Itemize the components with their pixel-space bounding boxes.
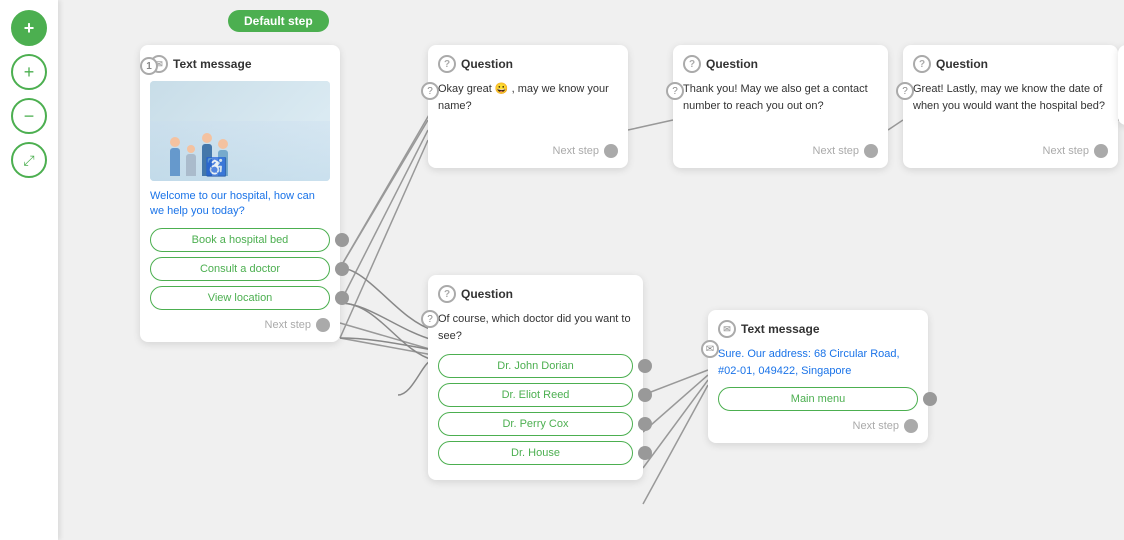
dr-eliot-label: Dr. Eliot Reed — [502, 389, 570, 401]
card-partial: ✉ Thank you to con — [1118, 45, 1124, 125]
question-icon-2: ? — [683, 55, 701, 73]
card-question4-header: ? Question — [438, 285, 633, 303]
card-question1-text: Okay great 😀 , may we know your name? — [438, 81, 618, 114]
zoom-out-button[interactable]: − — [11, 98, 47, 134]
card-question3-title: Question — [936, 57, 988, 71]
card-welcome-header: ✉ Text message — [150, 55, 330, 73]
question3-next-step-dot — [1094, 144, 1108, 158]
question3-next-step-row: Next step — [913, 144, 1108, 158]
card-question2-text: Thank you! May we also get a contact num… — [683, 81, 878, 114]
dr-eliot-connector — [638, 388, 652, 402]
card-address-header: ✉ Text message — [718, 320, 918, 338]
welcome-next-step-label: Next step — [265, 319, 311, 331]
dr-eliot-button[interactable]: Dr. Eliot Reed — [438, 383, 633, 407]
node-number-1: 1 — [140, 57, 158, 75]
book-bed-connector — [335, 233, 349, 247]
toolbar: + + − ⤢ — [0, 0, 58, 540]
book-bed-label: Book a hospital bed — [192, 234, 289, 246]
main-menu-label: Main menu — [791, 393, 845, 405]
message-icon-address: ✉ — [718, 320, 736, 338]
dr-house-button[interactable]: Dr. House — [438, 441, 633, 465]
consult-doctor-connector — [335, 262, 349, 276]
card-question2: ? Question Thank you! May we also get a … — [673, 45, 888, 168]
zoom-out-icon: − — [24, 106, 35, 127]
card-question4: ? Question Of course, which doctor did y… — [428, 275, 643, 480]
question1-next-step-label: Next step — [553, 145, 599, 157]
card-welcome-title: Text message — [173, 57, 252, 71]
question-icon-1: ? — [438, 55, 456, 73]
question-icon-4: ? — [438, 285, 456, 303]
book-bed-button[interactable]: Book a hospital bed — [150, 228, 330, 252]
zoom-in-icon: + — [24, 62, 35, 83]
address-next-step-row: Next step — [718, 419, 918, 433]
dr-perry-button[interactable]: Dr. Perry Cox — [438, 412, 633, 436]
card-address-title: Text message — [741, 322, 820, 336]
card-question1-header: ? Question — [438, 55, 618, 73]
card-question1: ? Question Okay great 😀 , may we know yo… — [428, 45, 628, 168]
card-address: ✉ Text message Sure. Our address: 68 Cir… — [708, 310, 928, 443]
dr-john-label: Dr. John Dorian — [497, 360, 573, 372]
dr-house-connector — [638, 446, 652, 460]
card-question4-title: Question — [461, 287, 513, 301]
dr-john-connector — [638, 359, 652, 373]
fit-icon: ⤢ — [23, 152, 34, 169]
node-question3: ? — [896, 82, 914, 100]
default-step-badge: Default step — [228, 10, 329, 32]
add-button[interactable]: + — [11, 10, 47, 46]
zoom-in-button[interactable]: + — [11, 54, 47, 90]
address-text-prefix: Sure. Our address: — [718, 348, 814, 360]
question1-next-step-row: Next step — [438, 144, 618, 158]
dr-house-label: Dr. House — [511, 447, 560, 459]
question2-next-step-dot — [864, 144, 878, 158]
consult-doctor-label: Consult a doctor — [200, 263, 280, 275]
main-menu-button[interactable]: Main menu — [718, 387, 918, 411]
question3-next-step-label: Next step — [1043, 145, 1089, 157]
hospital-image: ♿ — [150, 81, 330, 181]
node-address: ✉ — [701, 340, 719, 358]
canvas: Default step 1 ✉ Text message — [58, 0, 1124, 540]
view-location-label: View location — [208, 292, 273, 304]
question2-next-step-row: Next step — [683, 144, 878, 158]
welcome-next-step-dot — [316, 318, 330, 332]
card-address-text: Sure. Our address: 68 Circular Road, #02… — [718, 346, 918, 379]
node-question1: ? — [421, 82, 439, 100]
main-menu-connector — [923, 392, 937, 406]
dr-perry-connector — [638, 417, 652, 431]
address-next-step-label: Next step — [853, 420, 899, 432]
welcome-text: Welcome to our hospital, how can we help… — [150, 189, 330, 220]
dr-perry-label: Dr. Perry Cox — [502, 418, 568, 430]
node-question4: ? — [421, 310, 439, 328]
node-question2: ? — [666, 82, 684, 100]
question-icon-3: ? — [913, 55, 931, 73]
dr-john-button[interactable]: Dr. John Dorian — [438, 354, 633, 378]
plus-icon: + — [24, 18, 35, 39]
card-question2-header: ? Question — [683, 55, 878, 73]
card-question1-title: Question — [461, 57, 513, 71]
address-next-step-dot — [904, 419, 918, 433]
question2-next-step-label: Next step — [813, 145, 859, 157]
card-question4-text: Of course, which doctor did you want to … — [438, 311, 633, 344]
fit-button[interactable]: ⤢ — [11, 142, 47, 178]
consult-doctor-button[interactable]: Consult a doctor — [150, 257, 330, 281]
question1-next-step-dot — [604, 144, 618, 158]
view-location-connector — [335, 291, 349, 305]
hospital-scene: ♿ — [150, 81, 330, 181]
welcome-next-step-row: Next step — [150, 318, 330, 332]
card-question2-title: Question — [706, 57, 758, 71]
card-question3: ? Question Great! Lastly, may we know th… — [903, 45, 1118, 168]
view-location-button[interactable]: View location — [150, 286, 330, 310]
card-welcome: ✉ Text message — [140, 45, 340, 342]
card-question3-header: ? Question — [913, 55, 1108, 73]
emoji-smiley: 😀 — [495, 83, 509, 95]
card-question3-text: Great! Lastly, may we know the date of w… — [913, 81, 1108, 114]
